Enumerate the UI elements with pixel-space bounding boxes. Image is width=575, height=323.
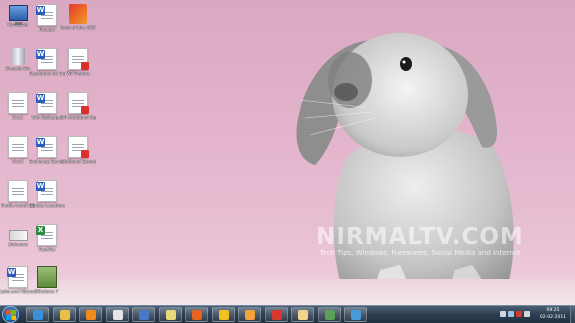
watermark-subtitle: Tech Tips, Windows, Freewares, Social Me… [319,249,521,257]
desktop-icon-windows7-vm[interactable]: Windows 7 [29,266,65,294]
taskbar-button-outlook[interactable] [238,307,261,322]
desktop-icon-label: Additional Symptoms [60,159,96,164]
desktop-icon-label: Icons of the x300 Phones [60,25,96,30]
watermark: NIRMALTV.COM Tech Tips, Windows, Freewar… [310,225,530,258]
word-doc-icon [36,92,57,114]
media-player-icon [86,310,96,320]
desktop-icon-wp-additional[interactable]: WP Additional Items [60,92,96,120]
desktop-icon-additional-symptoms[interactable]: Additional Symptoms [60,136,96,164]
taskbar-button-file-explorer[interactable] [52,307,76,322]
taskbar-button-task-checklist[interactable] [132,307,155,322]
antivirus-icon[interactable] [516,311,522,317]
system-tray: 09:25 02-02-2011 [498,306,575,323]
watermark-title: NIRMALTV.COM [316,224,524,250]
desktop-icon-label: HostFile [38,247,56,252]
taskbar-button-firefox[interactable] [185,307,208,322]
desktop-icon-label: WP Additional Items [60,115,96,120]
outlook-icon [245,310,255,320]
word-doc-icon [36,136,57,158]
unknown-file-icon [8,230,28,241]
pdf-doc-icon [68,48,89,70]
clock-date: 02-02-2011 [539,315,567,320]
firefox-icon [192,310,202,320]
flash-file-icon [69,4,87,24]
desktop-icon-hostfile[interactable]: HostFile [29,224,65,252]
desktop-icon-label: Windows 7 [35,289,59,294]
mail-icon [218,310,229,320]
computer-icon [8,5,28,25]
remote-desktop-icon [351,310,361,320]
word-doc-icon [36,48,57,70]
text-file-icon [8,136,28,158]
taskbar-button-internet-explorer[interactable] [26,307,49,322]
taskbar: 09:25 02-02-2011 [0,305,575,323]
network-icon[interactable] [508,311,514,317]
word-doc-icon [36,4,57,26]
vmware-icon [37,266,57,288]
taskbar-button-remote-desktop[interactable] [344,307,367,322]
folder-icon [298,310,308,320]
clock-time: 09:25 [546,308,560,313]
pdf-doc-icon [68,136,89,158]
text-file-icon [8,92,28,114]
taskbar-button-chrome[interactable] [264,307,288,322]
volume-icon[interactable] [524,311,530,317]
network-people-icon [324,310,335,320]
taskbar-button-hp[interactable] [105,307,129,322]
taskbar-button-media-player[interactable] [79,307,102,322]
pen-tool-icon [165,310,176,320]
start-button[interactable] [2,306,19,323]
internet-explorer-icon [33,310,43,320]
desktop-icon-update-locations[interactable]: Update Locations [29,180,65,208]
show-hidden-icons-icon[interactable] [500,311,506,317]
file-explorer-icon [59,310,70,320]
chrome-icon [271,310,282,320]
excel-doc-icon [36,224,57,246]
desktop-icon-wp-frames[interactable]: WP Frames [60,48,96,76]
desktop-icon-label: Update Locations [29,203,65,208]
recycle-bin-icon [11,48,25,65]
wallpaper-floor [0,279,575,305]
taskbar-button-network-people[interactable] [317,307,341,322]
task-checklist-icon [139,310,149,320]
desktop[interactable]: NIRMALTV.COM Tech Tips, Windows, Freewar… [0,0,575,305]
taskbar-button-folder[interactable] [291,307,314,322]
taskbar-button-pen-tool[interactable] [158,307,182,322]
show-desktop-button[interactable] [570,306,575,323]
windows-start-icon [6,310,16,320]
taskbar-button-mail[interactable] [211,307,235,322]
text-file-icon [8,180,28,202]
hp-icon [112,310,123,320]
word-doc-icon [36,180,57,202]
desktop-icon-x300-phones[interactable]: Icons of the x300 Phones [60,4,96,30]
clock[interactable]: 09:25 02-02-2011 [536,307,570,321]
word-doc-icon [7,266,28,288]
pdf-doc-icon [68,92,89,114]
desktop-icon-label: WP Frames [66,71,90,76]
